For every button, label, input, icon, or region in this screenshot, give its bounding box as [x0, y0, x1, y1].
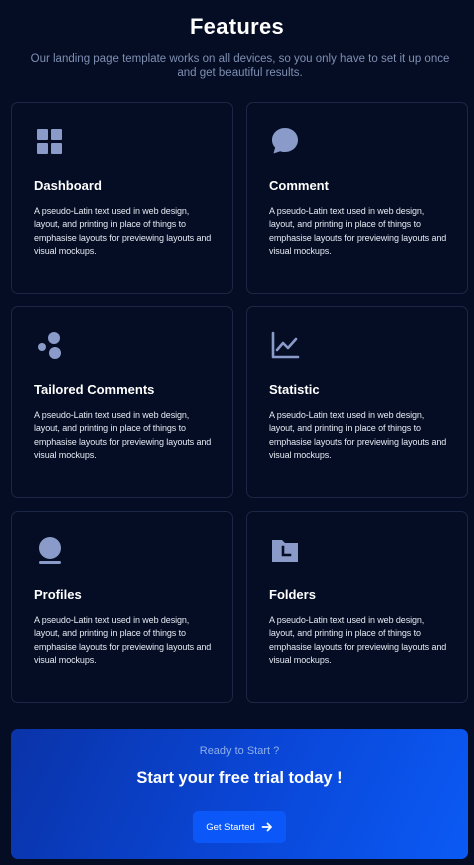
cta-banner: Ready to Start ? Start your free trial t… — [11, 729, 468, 859]
cta-kicker: Ready to Start ? — [199, 745, 280, 757]
feature-card-profiles: Profiles A pseudo-Latin text used in web… — [11, 511, 233, 703]
feature-title: Dashboard — [34, 178, 102, 193]
comment-icon — [269, 125, 301, 157]
feature-title: Statistic — [269, 382, 320, 397]
dashboard-icon — [34, 125, 66, 157]
profile-icon — [34, 534, 66, 566]
feature-card-tailored-comments: Tailored Comments A pseudo-Latin text us… — [11, 306, 233, 498]
feature-title: Comment — [269, 178, 329, 193]
arrow-right-icon — [261, 821, 273, 833]
get-started-label: Get Started — [206, 821, 255, 833]
feature-card-comment: Comment A pseudo-Latin text used in web … — [246, 102, 468, 294]
feature-card-folders: Folders A pseudo-Latin text used in web … — [246, 511, 468, 703]
feature-card-statistic: Statistic A pseudo-Latin text used in we… — [246, 306, 468, 498]
cta-headline: Start your free trial today ! — [136, 769, 343, 787]
folder-clock-icon — [269, 534, 301, 566]
page-title: Features — [189, 14, 285, 39]
feature-description: A pseudo-Latin text used in web design, … — [34, 410, 212, 460]
get-started-button[interactable]: Get Started — [193, 811, 286, 843]
feature-title: Tailored Comments — [34, 382, 155, 397]
feature-description: A pseudo-Latin text used in web design, … — [34, 206, 212, 256]
feature-description: A pseudo-Latin text used in web design, … — [269, 615, 447, 665]
features-page: Features Our landing page template works… — [0, 0, 474, 865]
chart-line-icon — [269, 329, 301, 361]
feature-description: A pseudo-Latin text used in web design, … — [269, 410, 447, 460]
feature-title: Folders — [269, 587, 316, 602]
page-subtitle: Our landing page template works on all d… — [30, 53, 450, 79]
bubbles-icon — [34, 329, 66, 361]
feature-title: Profiles — [34, 587, 82, 602]
feature-description: A pseudo-Latin text used in web design, … — [34, 615, 212, 665]
feature-description: A pseudo-Latin text used in web design, … — [269, 206, 447, 256]
feature-card-dashboard: Dashboard A pseudo-Latin text used in we… — [11, 102, 233, 294]
